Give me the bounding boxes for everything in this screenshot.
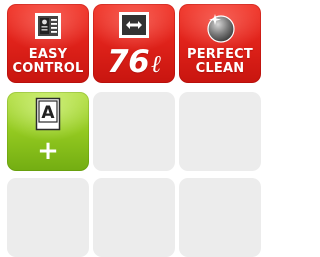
energy-class-suffix: + [37,136,59,166]
capacity-label: 76ℓ [93,46,175,80]
control-panel-icon [7,10,89,42]
easy-control-line2: CONTROL [12,61,84,76]
sparkle-sphere-icon [179,10,261,44]
perfect-clean-label: PERFECT CLEAN [179,48,261,76]
easy-control-label: EASY CONTROL [7,48,89,76]
empty-tile [179,92,261,171]
empty-tile [93,178,175,257]
empty-tile [93,92,175,171]
energy-class-tile: A + [7,92,89,171]
energy-label-icon: A [7,97,89,131]
capacity-unit: ℓ [151,49,161,78]
feature-grid: EASY CONTROL 76ℓ PERFECT CLEAN A + [0,0,261,257]
empty-tile [179,178,261,257]
capacity-gauge-icon [93,10,175,40]
energy-class-letter: A [41,103,55,123]
empty-tile [7,178,89,257]
perfect-clean-tile: PERFECT CLEAN [179,4,261,83]
perfect-clean-line2: CLEAN [195,61,245,76]
easy-control-tile: EASY CONTROL [7,4,89,83]
perfect-clean-line1: PERFECT [187,47,253,62]
easy-control-line1: EASY [28,47,68,62]
capacity-value: 76 [107,44,150,80]
capacity-tile: 76ℓ [93,4,175,83]
